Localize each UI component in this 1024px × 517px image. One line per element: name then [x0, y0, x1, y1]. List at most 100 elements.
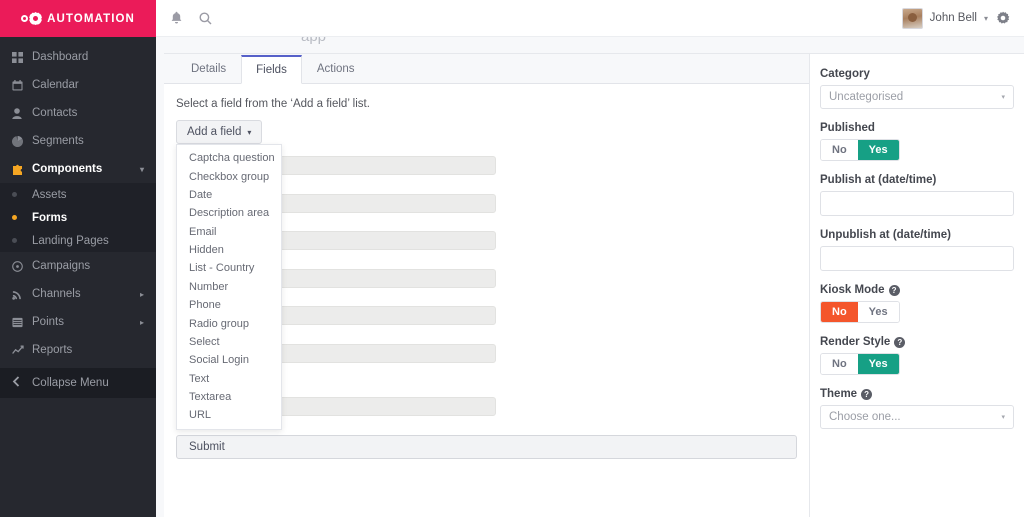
chevron-down-icon: ▾	[247, 127, 252, 137]
sidebar-item-components[interactable]: Components ▾	[0, 155, 156, 183]
theme-text: Theme	[820, 388, 858, 400]
tab-actions[interactable]: Actions	[302, 54, 370, 83]
bell-icon[interactable]	[170, 11, 183, 25]
unpublish-at-label: Unpublish at (date/time)	[820, 229, 951, 241]
bullet-icon	[12, 238, 32, 243]
sidebar-item-dashboard[interactable]: Dashboard	[0, 43, 156, 71]
help-icon[interactable]: ?	[888, 284, 900, 296]
page-title-strip: app	[156, 37, 1024, 53]
kiosk-mode-text: Kiosk Mode	[820, 284, 885, 296]
dropdown-item[interactable]: Description area	[177, 204, 281, 222]
gear-icon[interactable]	[996, 11, 1010, 25]
sidebar-item-label: Contacts	[32, 107, 78, 119]
pie-chart-icon	[12, 135, 32, 147]
chevron-down-icon: ▾	[1001, 414, 1005, 421]
sidebar-item-campaigns[interactable]: Campaigns	[0, 252, 156, 280]
publish-at-input[interactable]	[820, 191, 1014, 216]
theme-select[interactable]: Choose one... ▾	[820, 405, 1014, 429]
kiosk-mode-toggle[interactable]: No Yes	[820, 301, 900, 323]
tab-details[interactable]: Details	[176, 54, 241, 83]
puzzle-icon	[12, 164, 32, 175]
form-settings-panel: Category Uncategorised ▾ Published No Ye…	[809, 54, 1024, 517]
category-value: Uncategorised	[829, 91, 904, 103]
help-icon[interactable]: ?	[894, 336, 906, 348]
dropdown-item[interactable]: Hidden	[177, 241, 281, 259]
tab-label: Actions	[316, 62, 355, 75]
sidebar-item-label: Dashboard	[32, 51, 89, 63]
chevron-right-icon[interactable]: ▸	[140, 318, 144, 327]
category-select[interactable]: Uncategorised ▾	[820, 85, 1014, 109]
sidebar-item-contacts[interactable]: Contacts	[0, 99, 156, 127]
chevron-down-icon[interactable]: ▾	[984, 14, 988, 23]
dropdown-item[interactable]: Phone	[177, 296, 281, 314]
form-editor-panel: Details Fields Actions Select a field fr…	[164, 53, 1024, 517]
brand-gear-icon	[21, 12, 42, 25]
kiosk-mode-no-option[interactable]: No	[821, 302, 858, 322]
dropdown-item[interactable]: Checkbox group	[177, 167, 281, 185]
published-yes-option[interactable]: Yes	[857, 140, 899, 160]
sidebar-subnav-components: Assets Forms Landing Pages	[0, 183, 156, 252]
published-toggle[interactable]: No Yes	[820, 139, 900, 161]
dropdown-item[interactable]: Radio group	[177, 314, 281, 332]
dropdown-item[interactable]: URL	[177, 406, 281, 424]
unpublish-at-input[interactable]	[820, 246, 1014, 271]
render-style-label: Render Style ?	[820, 336, 1014, 348]
dropdown-item[interactable]: Captcha question	[177, 149, 281, 167]
render-style-no-option[interactable]: No	[821, 354, 858, 374]
chevron-down-icon: ▾	[1001, 94, 1005, 101]
chevron-right-icon[interactable]: ▸	[140, 290, 144, 299]
theme-placeholder: Choose one...	[829, 411, 901, 423]
tab-label: Fields	[256, 64, 287, 76]
kiosk-mode-yes-option[interactable]: Yes	[857, 302, 899, 322]
sidebar-item-channels[interactable]: Channels ▸	[0, 280, 156, 308]
brand-logo[interactable]: AUTOMATION	[0, 0, 156, 37]
main-area: John Bell ▾ app Details	[156, 0, 1024, 517]
bullet-icon	[12, 192, 32, 197]
dropdown-item[interactable]: Select	[177, 333, 281, 351]
sidebar-item-label: Components	[32, 163, 103, 175]
person-icon	[12, 107, 32, 119]
sidebar-item-reports[interactable]: Reports	[0, 336, 156, 364]
dropdown-item[interactable]: Textarea	[177, 388, 281, 406]
collapse-menu-label: Collapse Menu	[32, 377, 109, 389]
dropdown-item[interactable]: Number	[177, 278, 281, 296]
bullet-icon	[12, 215, 32, 220]
dropdown-item[interactable]: Date	[177, 186, 281, 204]
user-menu[interactable]: John Bell ▾	[901, 7, 988, 29]
render-style-toggle[interactable]: No Yes	[820, 353, 900, 375]
dropdown-item[interactable]: List - Country	[177, 259, 281, 277]
sidebar-item-forms[interactable]: Forms	[0, 206, 156, 229]
tab-bar: Details Fields Actions	[164, 54, 809, 84]
table-icon	[12, 317, 32, 328]
sidebar-item-label: Reports	[32, 344, 73, 356]
render-style-group: Render Style ? No Yes	[820, 336, 1014, 375]
dropdown-item[interactable]: Email	[177, 223, 281, 241]
sidebar-item-segments[interactable]: Segments	[0, 127, 156, 155]
sidebar-item-landing-pages[interactable]: Landing Pages	[0, 229, 156, 252]
app-root: AUTOMATION Dashboard Calendar Contacts S…	[0, 0, 1024, 517]
sidebar-item-label: Channels	[32, 288, 81, 300]
topbar-icon-group	[170, 11, 212, 25]
collapse-menu-button[interactable]: Collapse Menu	[0, 368, 156, 398]
publish-at-group: Publish at (date/time)	[820, 174, 1014, 216]
tab-fields[interactable]: Fields	[241, 55, 302, 84]
sidebar-item-calendar[interactable]: Calendar	[0, 71, 156, 99]
help-icon[interactable]: ?	[861, 388, 873, 400]
form-editor-left: Details Fields Actions Select a field fr…	[164, 54, 809, 517]
theme-group: Theme ? Choose one... ▾	[820, 388, 1014, 429]
submit-button[interactable]: Submit	[176, 434, 797, 459]
published-no-option[interactable]: No	[821, 140, 858, 160]
add-field-label: Add a field	[187, 126, 242, 138]
sidebar-item-assets[interactable]: Assets	[0, 183, 156, 206]
sidebar-item-points[interactable]: Points ▸	[0, 308, 156, 336]
dropdown-item[interactable]: Social Login	[177, 351, 281, 369]
render-style-yes-option[interactable]: Yes	[857, 354, 899, 374]
chevron-down-icon[interactable]: ▾	[140, 165, 144, 174]
grid-icon	[12, 51, 32, 63]
sidebar-subitem-label: Assets	[32, 188, 67, 201]
dropdown-item[interactable]: Text	[177, 370, 281, 388]
search-icon[interactable]	[199, 12, 212, 25]
published-label: Published	[820, 122, 875, 134]
content-wrapper: app Details Fields Actions	[156, 37, 1024, 517]
add-field-button[interactable]: Add a field ▾	[176, 120, 263, 144]
